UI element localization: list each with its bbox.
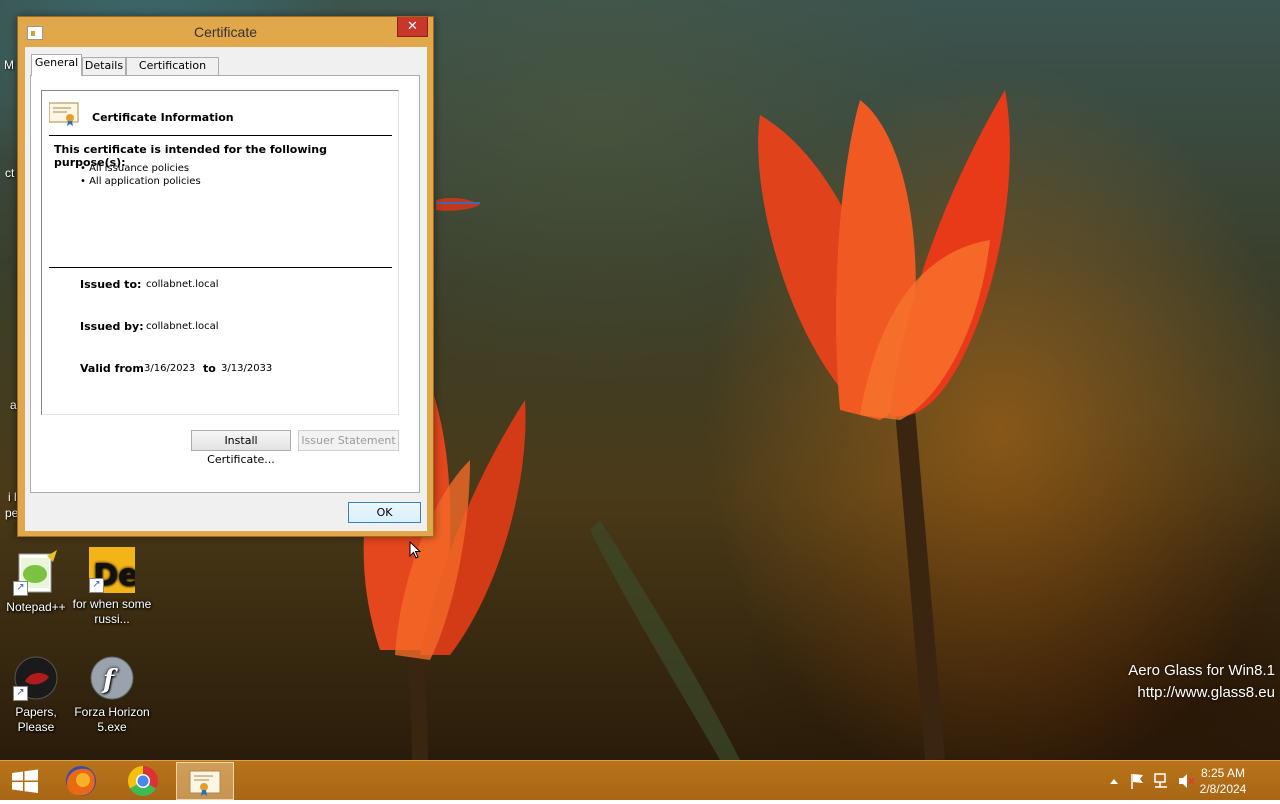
certificate-info-panel: Certificate Information This certificate… <box>41 90 399 415</box>
windows-logo-icon <box>12 769 38 793</box>
general-tab-page: Certificate Information This certificate… <box>30 75 420 493</box>
certificate-window: Certificate ✕ General Details Certificat… <box>17 16 434 537</box>
tab-certification-path[interactable]: Certification Path <box>126 57 219 88</box>
desktop-icon-de[interactable]: De ↗ for when some russi... <box>72 547 152 627</box>
firefox-icon <box>66 766 96 796</box>
issued-by-label: Issued by: <box>80 320 144 333</box>
issuer-statement-button: Issuer Statement <box>298 430 399 451</box>
certificate-icon <box>49 102 79 126</box>
issued-to-label: Issued to: <box>80 278 142 291</box>
start-button[interactable] <box>0 762 56 800</box>
list-item: All issuance policies <box>80 162 201 175</box>
dialog-client-area: General Details Certification Path Certi… <box>25 47 427 531</box>
desktop-icon-label: Forza Horizon 5.exe <box>74 705 150 734</box>
valid-from-value: 3/16/2023 <box>144 363 196 374</box>
aero-glass-watermark: Aero Glass for Win8.1 http://www.glass8.… <box>1128 660 1275 704</box>
taskbar: 8:25 AM 2/8/2024 <box>0 760 1280 800</box>
edge-label-fragment: M <box>4 58 14 72</box>
shortcut-arrow-icon: ↗ <box>13 686 28 701</box>
shortcut-arrow-icon: ↗ <box>13 581 28 596</box>
window-title: Certificate <box>193 24 258 40</box>
valid-from-label: Valid from <box>80 362 144 375</box>
desktop-icon-label: Papers, Please <box>15 705 57 734</box>
flash-icon: f <box>89 655 135 701</box>
desktop-icon-forza[interactable]: f Forza Horizon 5.exe <box>72 655 152 735</box>
show-hidden-icons-button[interactable] <box>1106 761 1122 801</box>
valid-to-value: 3/13/2033 <box>221 363 273 374</box>
desktop-icon-label: Notepad++ <box>6 600 66 614</box>
notepadpp-icon: ↗ <box>13 550 59 596</box>
action-center-button[interactable] <box>1128 761 1148 801</box>
network-icon <box>1154 773 1167 788</box>
issued-by-value: collabnet.local <box>146 321 219 332</box>
purpose-list: All issuance policies All application po… <box>80 162 201 188</box>
ok-button[interactable]: OK <box>348 502 421 523</box>
clock-time: 8:25 AM <box>1200 766 1246 780</box>
valid-to-label: to <box>203 362 216 375</box>
tab-details[interactable]: Details <box>82 57 126 75</box>
watermark-line1: Aero Glass for Win8.1 <box>1128 662 1275 679</box>
taskbar-certificate[interactable] <box>176 762 234 800</box>
list-item: All application policies <box>80 175 201 188</box>
shortcut-arrow-icon: ↗ <box>89 578 104 593</box>
install-certificate-button[interactable]: Install Certificate... <box>191 430 291 466</box>
flag-icon <box>1131 774 1143 789</box>
certificate-info-heading: Certificate Information <box>92 111 234 124</box>
taskbar-clock[interactable]: 8:25 AM 2/8/2024 <box>1188 765 1258 797</box>
certificate-icon <box>189 770 221 796</box>
edge-label-fragment: ct <box>5 166 15 180</box>
taskbar-firefox[interactable] <box>53 762 109 800</box>
desktop-icon-papers-please[interactable]: ↗ Papers, Please <box>0 655 76 735</box>
de-icon: De ↗ <box>89 547 138 593</box>
papers-please-icon: ↗ <box>13 655 59 701</box>
chevron-up-icon <box>1110 779 1118 784</box>
divider <box>49 267 392 268</box>
issued-to-value: collabnet.local <box>146 279 219 290</box>
close-button[interactable]: ✕ <box>397 17 428 37</box>
chrome-icon <box>127 766 158 797</box>
mouse-cursor-icon <box>409 541 422 559</box>
clock-date: 2/8/2024 <box>1199 782 1247 796</box>
edge-label-fragment: i l <box>8 490 17 504</box>
divider <box>49 135 392 136</box>
edge-label-fragment: a <box>10 398 17 412</box>
desktop-icon-label: for when some russi... <box>72 597 152 626</box>
desktop-icon-notepadpp[interactable]: ↗ Notepad++ <box>0 550 76 615</box>
watermark-line2: http://www.glass8.eu <box>1137 684 1275 701</box>
tab-general[interactable]: General <box>31 54 82 76</box>
taskbar-chrome[interactable] <box>115 762 171 800</box>
network-button[interactable] <box>1152 761 1172 801</box>
